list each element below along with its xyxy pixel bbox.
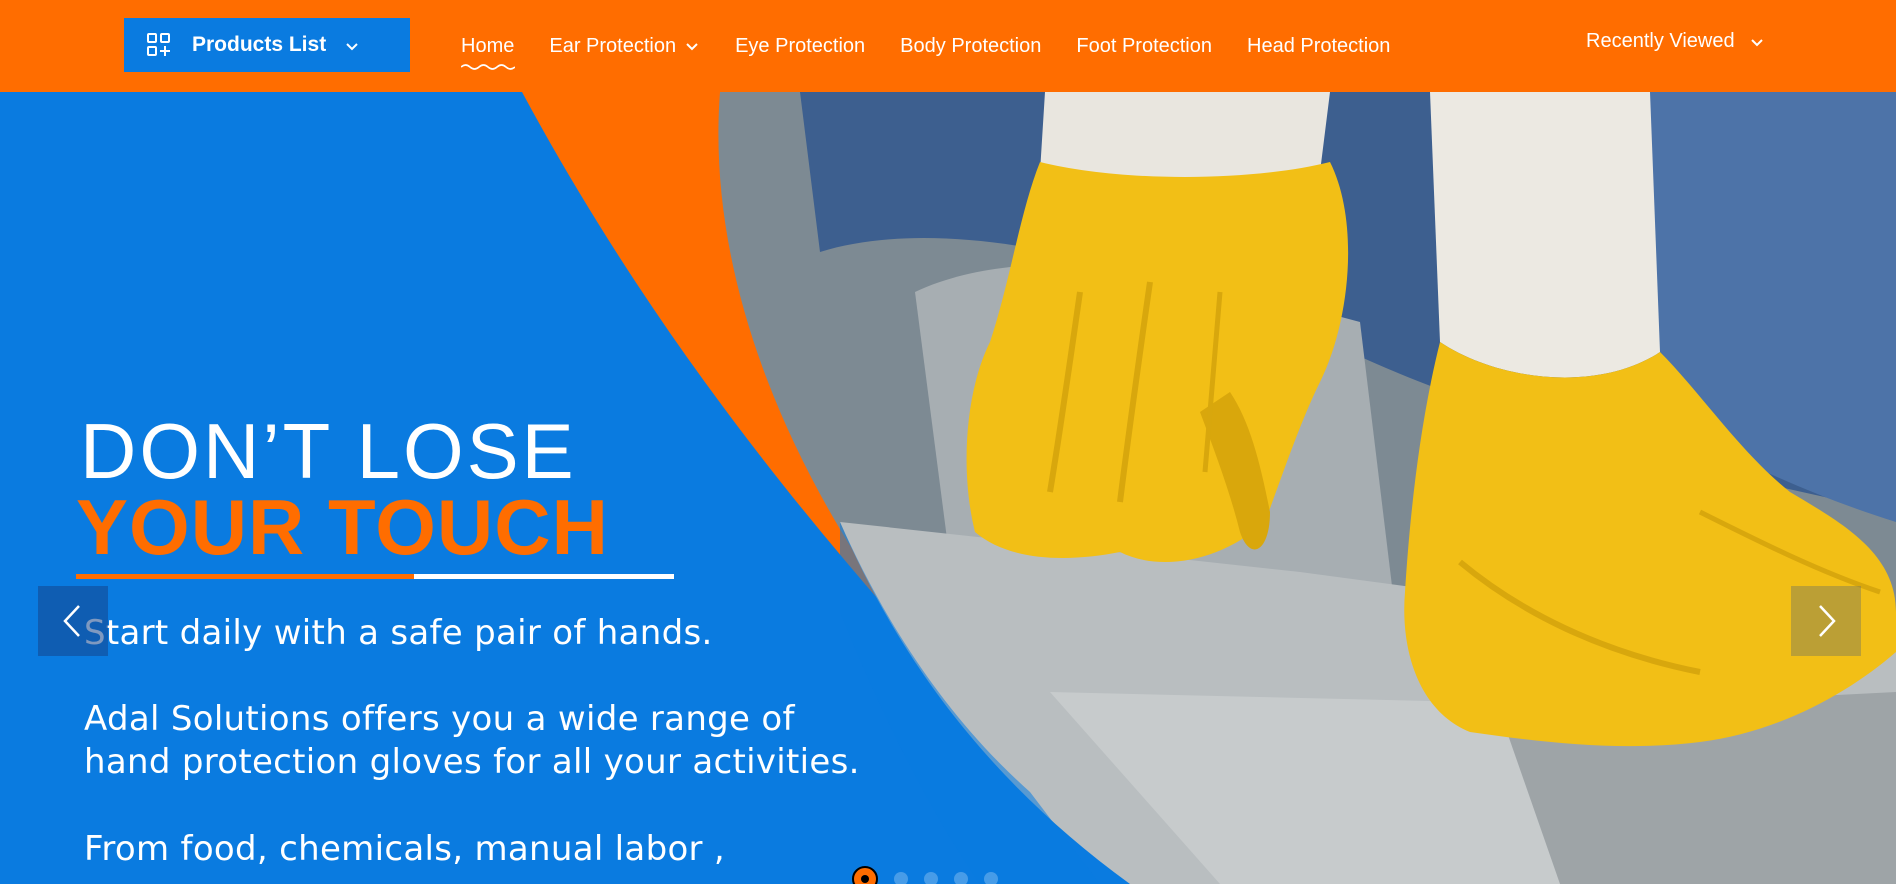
nav-item-label: Home xyxy=(461,34,515,57)
hero-slider: DON’T LOSE YOUR TOUCH Start daily with a… xyxy=(0,92,1896,884)
grid-plus-icon xyxy=(146,32,172,58)
hero-copy-uses: From food, chemicals, manual labor , xyxy=(84,829,726,869)
slider-dot[interactable] xyxy=(984,872,998,884)
main-menu: Home Ear Protection Eye Protection Body … xyxy=(461,0,1425,92)
slider-dot[interactable] xyxy=(924,872,938,884)
recently-viewed-label: Recently Viewed xyxy=(1586,30,1735,52)
chevron-left-icon xyxy=(63,605,80,637)
nav-item-home[interactable]: Home xyxy=(461,34,515,70)
nav-item-label: Body Protection xyxy=(900,34,1042,57)
hero-headline-line1: DON’T LOSE xyxy=(80,407,577,495)
products-list-label: Products List xyxy=(192,33,327,56)
slider-pagination xyxy=(852,866,1014,884)
chevron-down-icon xyxy=(344,37,360,53)
nav-item-label: Head Protection xyxy=(1247,34,1391,57)
hero-copy-offer-line1: Adal Solutions offers you a wide range o… xyxy=(84,699,795,739)
slider-dot[interactable] xyxy=(954,872,968,884)
slider-dot[interactable] xyxy=(894,872,908,884)
nav-item-label: Ear Protection xyxy=(549,34,677,57)
slider-dot-active[interactable] xyxy=(852,866,878,884)
headline-underline-white xyxy=(414,574,674,579)
slider-next-button[interactable] xyxy=(1791,586,1861,656)
chevron-right-icon xyxy=(1819,605,1836,637)
hero-copy-offer: Adal Solutions offers you a wide range o… xyxy=(84,698,860,784)
nav-item-foot-protection[interactable]: Foot Protection xyxy=(1076,35,1212,58)
hero-copy-offer-line2: hand protection gloves for all your acti… xyxy=(84,742,860,782)
active-underline-wave xyxy=(461,63,515,70)
nav-item-head-protection[interactable]: Head Protection xyxy=(1247,35,1390,58)
nav-item-ear-protection[interactable]: Ear Protection xyxy=(549,35,700,58)
top-navbar: Products List Home Ear Protection Eye Pr… xyxy=(0,0,1896,92)
nav-item-body-protection[interactable]: Body Protection xyxy=(900,35,1041,58)
products-list-button[interactable]: Products List xyxy=(124,18,410,72)
nav-item-eye-protection[interactable]: Eye Protection xyxy=(735,35,865,58)
hero-copy-intro: Start daily with a safe pair of hands. xyxy=(84,613,713,653)
nav-item-label: Eye Protection xyxy=(735,34,866,57)
recently-viewed-dropdown[interactable]: Recently Viewed xyxy=(1586,30,1765,53)
nav-item-label: Foot Protection xyxy=(1076,34,1212,57)
hero-headline-line2: YOUR TOUCH xyxy=(76,483,609,571)
chevron-down-icon xyxy=(1749,34,1765,50)
slider-prev-button[interactable] xyxy=(38,586,108,656)
headline-underline-orange xyxy=(76,574,414,579)
chevron-down-icon xyxy=(684,38,700,54)
